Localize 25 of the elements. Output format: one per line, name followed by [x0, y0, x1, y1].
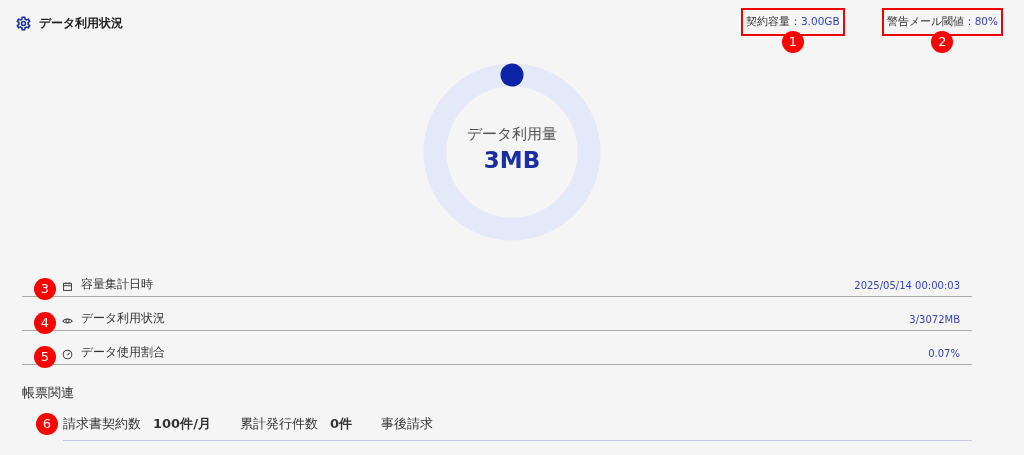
gauge-icon [62, 349, 73, 360]
annotation-marker: 6 [36, 413, 58, 435]
row-label: 容量集計日時 [81, 276, 153, 293]
calendar-icon [62, 281, 73, 292]
form-stat: 請求書契約数 100件/月 [63, 415, 211, 434]
setting-label: 契約容量：3.00GB [745, 14, 840, 29]
setting-label: 警告メール閾値：80% [886, 14, 998, 29]
annotation-marker: 5 [34, 346, 56, 368]
section-title: 帳票関連 [22, 384, 75, 402]
annotation-marker: 2 [931, 30, 954, 53]
row-value: 3/3072MB [909, 313, 960, 327]
row-label: データ使用割合 [81, 344, 165, 361]
usage-label: データ利用量 [467, 125, 557, 143]
form-stat: 累計発行件数 0件 [239, 415, 352, 434]
eye-icon [62, 315, 73, 326]
settings-icon [16, 15, 31, 31]
row-value: 2025/05/14 00:00:03 [854, 279, 960, 293]
annotation-marker: 1 [781, 30, 804, 53]
form-stat: 事後請求 [380, 415, 433, 434]
page-title: データ利用状況 [39, 15, 123, 32]
row-label: データ利用状況 [81, 310, 165, 327]
annotation-marker: 3 [34, 278, 56, 300]
annotation-marker: 4 [34, 312, 56, 334]
usage-value: 3MB [483, 147, 541, 173]
row-value: 0.07% [928, 347, 960, 361]
